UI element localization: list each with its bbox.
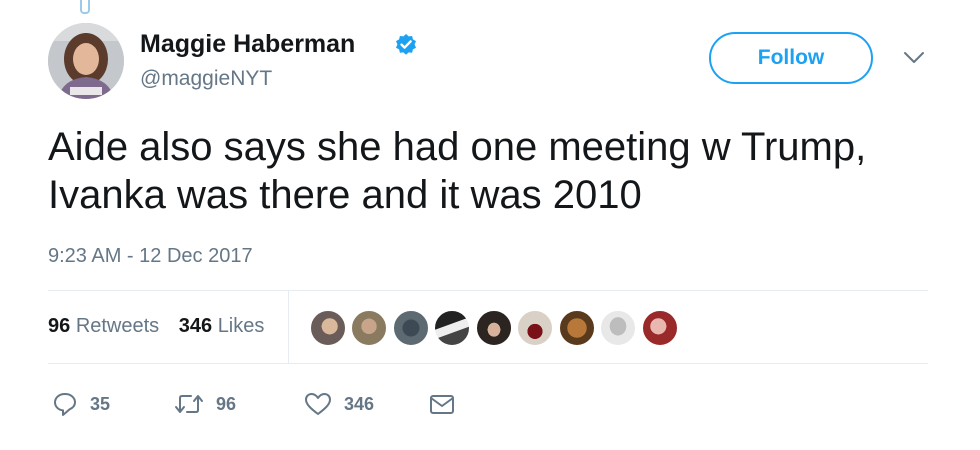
retweet-button[interactable]: 96: [174, 386, 236, 422]
reply-button[interactable]: 35: [52, 386, 110, 422]
follow-button[interactable]: Follow: [709, 32, 873, 84]
direct-message-button[interactable]: [428, 386, 456, 422]
liker-avatars: [309, 309, 679, 347]
tweet-timestamp[interactable]: 9:23 AM - 12 Dec 2017: [48, 245, 253, 268]
envelope-icon: [430, 395, 454, 414]
divider: [288, 291, 289, 363]
like-button[interactable]: 346: [304, 386, 374, 422]
retweets-stat[interactable]: 96 Retweets: [48, 315, 159, 338]
likes-stat[interactable]: 346 Likes: [179, 315, 265, 338]
liker-avatar[interactable]: [433, 309, 472, 347]
tweet-text: Aide also says she had one meeting w Tru…: [48, 123, 948, 219]
tweet-stats: 96 Retweets 346 Likes: [48, 315, 278, 338]
like-count: 346: [344, 393, 375, 414]
chevron-down-icon[interactable]: [903, 51, 925, 65]
liker-avatar[interactable]: [474, 309, 513, 347]
likes-label: Likes: [217, 315, 265, 337]
divider: [48, 363, 928, 364]
liker-avatar[interactable]: [350, 309, 389, 347]
liker-avatar[interactable]: [309, 309, 347, 347]
top-edge-fragment: [80, 0, 90, 14]
retweet-icon: [175, 395, 203, 413]
tweet-text-line: Aide also says she had one meeting w Tru…: [48, 125, 867, 169]
heart-icon: [305, 393, 331, 415]
verified-badge-icon: [396, 34, 416, 55]
author-name[interactable]: Maggie Haberman: [140, 30, 355, 59]
retweets-count: 96: [48, 315, 71, 337]
retweets-label: Retweets: [75, 315, 160, 337]
divider: [48, 290, 928, 291]
tweet-card: Maggie Haberman @maggieNYT Follow Aide a…: [0, 0, 980, 450]
author-handle[interactable]: @maggieNYT: [140, 67, 272, 91]
liker-avatar[interactable]: [516, 309, 555, 347]
liker-avatar[interactable]: [599, 309, 638, 347]
reply-count: 35: [90, 393, 111, 414]
tweet-text-line: Ivanka was there and it was 2010: [48, 173, 642, 217]
liker-avatar[interactable]: [640, 309, 679, 347]
retweet-count: 96: [216, 393, 237, 414]
liker-avatar[interactable]: [557, 309, 596, 347]
likes-count: 346: [178, 315, 213, 337]
reply-icon: [54, 393, 76, 416]
liker-avatar[interactable]: [391, 309, 430, 347]
avatar[interactable]: [48, 23, 124, 99]
